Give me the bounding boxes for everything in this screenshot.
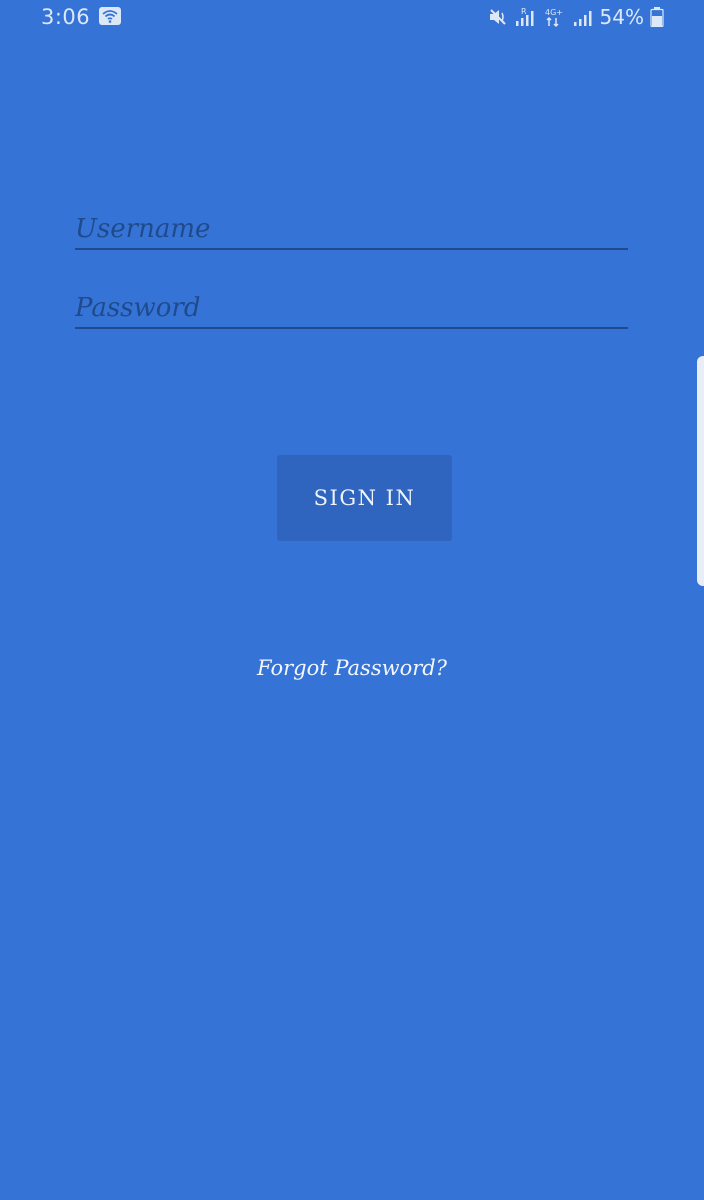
signal-roaming-icon: R xyxy=(515,7,534,26)
data-4g-icon: 4G+ xyxy=(545,8,563,28)
sign-in-button[interactable]: SIGN IN xyxy=(277,455,452,541)
password-field[interactable] xyxy=(75,283,628,329)
status-icons: R 4G+ 54% xyxy=(488,5,664,29)
forgot-password-link[interactable]: Forgot Password? xyxy=(0,656,704,680)
svg-text:R: R xyxy=(521,7,527,16)
edge-panel-handle[interactable] xyxy=(697,356,704,586)
signal-icon xyxy=(573,11,592,26)
wifi-icon xyxy=(99,7,121,25)
status-bar: 3:06 R 4G+ 54% xyxy=(0,0,704,34)
login-screen: 3:06 R 4G+ 54% Username SIGN IN Forgot P… xyxy=(0,0,704,1200)
username-input[interactable] xyxy=(75,214,628,244)
status-time: 3:06 xyxy=(41,5,91,29)
battery-percent: 54% xyxy=(599,5,644,29)
password-input[interactable] xyxy=(75,293,628,323)
battery-icon xyxy=(650,7,664,27)
svg-text:4G+: 4G+ xyxy=(545,8,563,17)
username-field[interactable] xyxy=(75,204,628,250)
mute-icon xyxy=(489,9,506,25)
